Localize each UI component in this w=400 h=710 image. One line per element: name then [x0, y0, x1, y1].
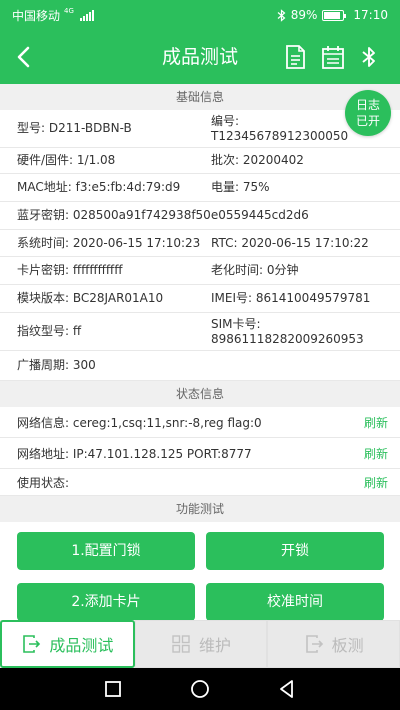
signal-icon	[79, 9, 94, 21]
refresh-usage-button[interactable]: 刷新	[364, 474, 388, 491]
status-bar: 中国移动 4G 89% 17:10	[0, 0, 400, 30]
content-area[interactable]: 基础信息 型号: D211-BDBN-B 编号: T12345678912300…	[0, 84, 400, 620]
info-row: 指纹型号: ff SIM卡号: 89861118282009260953	[0, 313, 400, 351]
sim-label: SIM卡号:	[211, 317, 261, 331]
calendar-icon[interactable]	[319, 43, 347, 71]
hw-fw-field: 硬件/固件: 1/1.08	[17, 153, 116, 167]
status-row-network-info: 网络信息: cereg:1,csq:11,snr:-8,reg flag:0 刷…	[0, 407, 400, 438]
carrier-group: 中国移动 4G	[12, 7, 94, 24]
info-row: 模块版本: BC28JAR01A10 IMEI号: 86141004957978…	[0, 285, 400, 313]
status-right: 89% 17:10	[277, 8, 388, 22]
add-card-button[interactable]: 2.添加卡片	[17, 583, 195, 620]
app-header: 成品测试	[0, 30, 400, 84]
clock: 17:10	[353, 8, 388, 22]
log-badge-line1: 日志	[355, 98, 380, 112]
tab-maintenance-label: 维护	[199, 636, 232, 655]
imei-field: IMEI号: 861410049579781	[211, 291, 371, 305]
network-type: 4G	[64, 6, 74, 15]
back-triangle-icon[interactable]	[276, 678, 298, 700]
info-row: MAC地址: f3:e5:fb:4d:79:d9 电量: 75%	[0, 174, 400, 202]
configure-lock-button[interactable]: 1.配置门锁	[17, 532, 195, 570]
tab-board-test[interactable]: 板测	[267, 620, 400, 668]
grid-icon	[172, 635, 190, 653]
function-button-grid: 1.配置门锁 开锁 2.添加卡片 校准时间	[0, 522, 400, 620]
info-row: 蓝牙密钥: 028500a91f742938f50e0559445cd2d6	[0, 202, 400, 230]
network-info-text: 网络信息: cereg:1,csq:11,snr:-8,reg flag:0	[17, 415, 262, 430]
log-status-badge[interactable]: 日志 已开	[345, 90, 391, 136]
card-key-field: 卡片密钥: ffffffffffff	[17, 263, 123, 277]
bluetooth-status-icon	[277, 8, 286, 22]
home-icon[interactable]	[189, 678, 211, 700]
bt-key-field: 蓝牙密钥: 028500a91f742938f50e0559445cd2d6	[17, 208, 309, 222]
tab-product-test[interactable]: 成品测试	[0, 620, 135, 668]
usage-status-text: 使用状态:	[17, 475, 70, 490]
aging-time-field: 老化时间: 0分钟	[211, 263, 299, 277]
network-address-text: 网络地址: IP:47.101.128.125 PORT:8777	[17, 446, 252, 461]
sim-value: 89861118282009260953	[211, 332, 364, 346]
tab-maintenance[interactable]: 维护	[134, 620, 268, 668]
bottom-tab-bar: 成品测试 维护 板测	[0, 620, 400, 668]
export-icon	[305, 635, 323, 653]
info-row: 型号: D211-BDBN-B 编号: T12345678912300050	[0, 110, 400, 148]
system-time-field: 系统时间: 2020-06-15 17:10:23	[17, 235, 201, 250]
batch-field: 批次: 20200402	[211, 153, 304, 167]
refresh-network-info-button[interactable]: 刷新	[364, 414, 388, 431]
info-row: 硬件/固件: 1/1.08 批次: 20200402	[0, 148, 400, 174]
document-icon[interactable]	[281, 43, 309, 71]
battery-percent: 89%	[290, 8, 318, 22]
back-arrow-icon[interactable]	[10, 42, 40, 72]
system-nav-bar	[0, 668, 400, 710]
carrier-name: 中国移动	[12, 8, 61, 23]
info-row: 卡片密钥: ffffffffffff 老化时间: 0分钟	[0, 257, 400, 285]
status-row-usage: 使用状态: 刷新	[0, 469, 400, 496]
battery-icon	[322, 9, 347, 21]
tab-board-test-label: 板测	[331, 636, 364, 655]
recent-apps-icon[interactable]	[102, 678, 124, 700]
status-row-network-address: 网络地址: IP:47.101.128.125 PORT:8777 刷新	[0, 438, 400, 469]
info-row: 广播周期: 300	[0, 351, 400, 381]
info-row: 系统时间: 2020-06-15 17:10:23 RTC: 2020-06-1…	[0, 230, 400, 257]
bluetooth-icon[interactable]	[355, 43, 383, 71]
refresh-network-address-button[interactable]: 刷新	[364, 445, 388, 462]
mac-field: MAC地址: f3:e5:fb:4d:79:d9	[17, 180, 181, 194]
sim-field: SIM卡号: 89861118282009260953	[206, 313, 400, 350]
module-version-field: 模块版本: BC28JAR01A10	[17, 291, 164, 305]
unlock-button[interactable]: 开锁	[206, 532, 384, 570]
power-field: 电量: 75%	[211, 180, 270, 194]
calibrate-time-button[interactable]: 校准时间	[206, 583, 384, 620]
export-icon	[23, 635, 41, 653]
section-basic-info-title: 基础信息	[0, 84, 400, 110]
log-badge-line2: 已开	[355, 114, 380, 128]
fingerprint-model-field: 指纹型号: ff	[17, 324, 82, 338]
section-function-test-title: 功能测试	[0, 496, 400, 522]
model-field: 型号: D211-BDBN-B	[17, 121, 132, 135]
broadcast-period-field: 广播周期: 300	[17, 358, 96, 372]
tab-product-test-label: 成品测试	[49, 636, 114, 655]
section-status-info-title: 状态信息	[0, 381, 400, 407]
rtc-field: RTC: 2020-06-15 17:10:22	[211, 235, 369, 250]
